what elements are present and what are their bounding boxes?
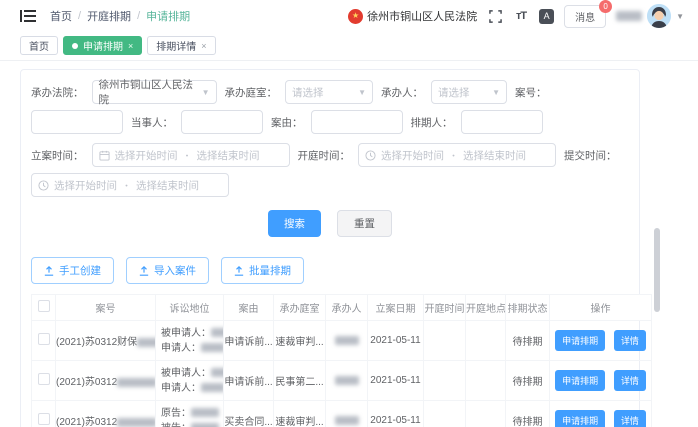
col-case-no: 案号 — [56, 295, 156, 321]
reset-button[interactable]: 重置 — [337, 210, 392, 237]
table-row: (2021)苏0312财保 被申请人： 申请人： 申请诉前... 速裁审判...… — [32, 321, 652, 361]
case-no-input[interactable] — [31, 110, 123, 134]
submit-time-range-picker[interactable]: 选择开始时间 ・ 选择结束时间 — [31, 173, 229, 197]
col-status: 排期状态 — [506, 295, 550, 321]
manual-create-button[interactable]: 手工创建 — [31, 257, 114, 284]
active-dot — [72, 43, 78, 49]
chevron-down-icon: ▼ — [492, 88, 500, 97]
col-actions: 操作 — [550, 295, 652, 321]
court-time-label: 开庭时间： — [298, 148, 351, 163]
scheduler-label: 排期人： — [411, 115, 453, 130]
col-court-place: 开庭地点 — [466, 295, 506, 321]
table-row: (2021)苏0312 原告： 被告： 买卖合同... 速裁审判... 2021… — [32, 401, 652, 427]
tab-schedule-detail[interactable]: 排期详情 × — [147, 36, 215, 55]
detail-button[interactable]: 详情 — [614, 330, 646, 351]
breadcrumb-home[interactable]: 首页 — [50, 8, 72, 24]
import-cases-button[interactable]: 导入案件 — [126, 257, 209, 284]
judge-redacted — [335, 376, 359, 385]
judge-redacted — [335, 336, 359, 345]
breadcrumb: 首页 / 开庭排期 / 申请排期 — [50, 8, 190, 24]
table-header-row: 案号 诉讼地位 案由 承办庭室 承办人 立案日期 开庭时间 开庭地点 排期状态 … — [32, 295, 652, 321]
dept-select[interactable]: 请选择▼ — [285, 80, 373, 104]
upload-icon — [139, 266, 149, 276]
apply-schedule-button[interactable]: 申请排期 — [555, 370, 605, 391]
search-button[interactable]: 搜索 — [268, 210, 321, 237]
row-checkbox[interactable] — [38, 333, 50, 345]
breadcrumb-current: 申请排期 — [146, 8, 190, 24]
judge-select[interactable]: 请选择▼ — [431, 80, 507, 104]
case-no-label: 案号： — [515, 85, 547, 100]
breadcrumb-separator: / — [78, 10, 81, 22]
chevron-down-icon: ▼ — [358, 88, 366, 97]
judge-select-label: 承办人： — [381, 85, 423, 100]
col-cause: 案由 — [224, 295, 274, 321]
messages-button[interactable]: 消息 0 — [564, 5, 606, 28]
apply-schedule-button[interactable]: 申请排期 — [555, 330, 605, 351]
col-role: 诉讼地位 — [156, 295, 224, 321]
message-badge: 0 — [599, 0, 612, 13]
clock-icon — [38, 180, 49, 191]
apply-schedule-button[interactable]: 申请排期 — [555, 410, 605, 427]
clock-icon — [365, 150, 376, 161]
select-all-checkbox[interactable] — [38, 300, 50, 312]
user-menu[interactable]: ▼ — [616, 4, 684, 28]
detail-button[interactable]: 详情 — [614, 410, 646, 427]
breadcrumb-separator: / — [137, 10, 140, 22]
judge-redacted — [335, 416, 359, 425]
close-icon[interactable]: × — [128, 41, 133, 51]
cause-label: 案由： — [271, 115, 303, 130]
fullscreen-icon[interactable] — [487, 8, 503, 24]
row-checkbox[interactable] — [38, 373, 50, 385]
tab-home[interactable]: 首页 — [20, 36, 58, 55]
avatar — [647, 4, 671, 28]
court-time-range-picker[interactable]: 选择开始时间 ・ 选择结束时间 — [358, 143, 556, 167]
top-header: 首页 / 开庭排期 / 申请排期 ★ 徐州市铜山区人民法院 ᴛT A 消息 0 — [0, 0, 698, 32]
chevron-down-icon: ▼ — [202, 88, 210, 97]
detail-button[interactable]: 详情 — [614, 370, 646, 391]
language-icon[interactable]: A — [539, 9, 554, 24]
vertical-scrollbar[interactable] — [654, 228, 660, 312]
table-row: (2021)苏0312 被申请人： 申请人： 申请诉前... 民事第二... 2… — [32, 361, 652, 401]
upload-icon — [234, 266, 244, 276]
tab-bar: 首页 申请排期 × 排期详情 × — [0, 32, 698, 61]
username-redacted — [616, 11, 642, 21]
row-checkbox[interactable] — [38, 413, 50, 425]
close-icon[interactable]: × — [201, 41, 206, 51]
cases-table: 案号 诉讼地位 案由 承办庭室 承办人 立案日期 开庭时间 开庭地点 排期状态 … — [31, 294, 652, 427]
status-badge: 待排期 — [506, 321, 550, 361]
national-emblem-icon: ★ — [348, 9, 363, 24]
menu-fold-icon[interactable] — [20, 9, 36, 23]
status-badge: 待排期 — [506, 401, 550, 427]
tab-apply-scheduling[interactable]: 申请排期 × — [63, 36, 142, 55]
court-select[interactable]: 徐州市铜山区人民法院▼ — [92, 80, 217, 104]
col-filing-date: 立案日期 — [368, 295, 424, 321]
status-badge: 待排期 — [506, 361, 550, 401]
batch-schedule-button[interactable]: 批量排期 — [221, 257, 304, 284]
main-card: 承办法院： 徐州市铜山区人民法院▼ 承办庭室： 请选择▼ 承办人： 请选择▼ 案… — [20, 69, 640, 427]
party-label: 当事人： — [131, 115, 173, 130]
scheduler-input[interactable] — [461, 110, 543, 134]
filing-time-label: 立案时间： — [31, 148, 84, 163]
court-select-label: 承办法院： — [31, 85, 84, 100]
court-name: ★ 徐州市铜山区人民法院 — [348, 8, 477, 24]
dept-select-label: 承办庭室： — [225, 85, 278, 100]
col-judge: 承办人 — [326, 295, 368, 321]
submit-time-label: 提交时间： — [564, 148, 617, 163]
col-dept: 承办庭室 — [274, 295, 326, 321]
font-size-icon[interactable]: ᴛT — [513, 8, 529, 24]
calendar-icon — [99, 150, 110, 161]
chevron-down-icon: ▼ — [676, 12, 684, 21]
party-input[interactable] — [181, 110, 263, 134]
col-court-time: 开庭时间 — [424, 295, 466, 321]
breadcrumb-scheduling[interactable]: 开庭排期 — [87, 8, 131, 24]
upload-icon — [44, 266, 54, 276]
cause-input[interactable] — [311, 110, 403, 134]
filing-time-range-picker[interactable]: 选择开始时间 ・ 选择结束时间 — [92, 143, 290, 167]
